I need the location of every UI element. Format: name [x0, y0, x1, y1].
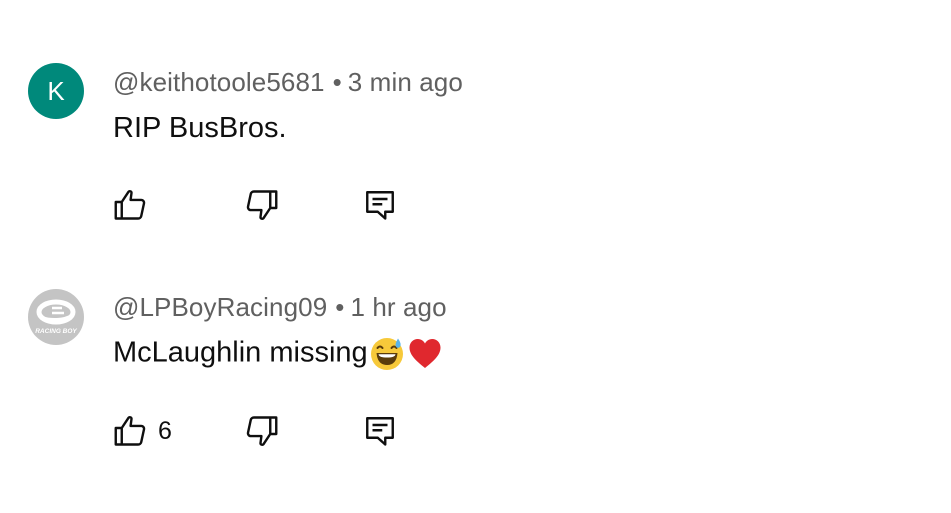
separator-dot: •: [332, 67, 342, 97]
reply-icon: [366, 191, 394, 220]
comment-text: McLaughlin missing: [113, 336, 444, 372]
comment-time[interactable]: 1 hr ago: [350, 292, 446, 322]
avatar[interactable]: K: [28, 63, 84, 119]
reply-button[interactable]: [362, 185, 398, 225]
comment-meta: @keithotoole5681 • 3 min ago: [113, 67, 463, 98]
comment-meta: @LPBoyRacing09 • 1 hr ago: [113, 292, 447, 323]
racing-boy-logo-icon: RACING BOY: [35, 299, 77, 335]
comment-text-body: McLaughlin missing: [113, 336, 368, 369]
author-name[interactable]: @keithotoole5681: [113, 67, 325, 97]
red-heart-emoji: [409, 339, 441, 368]
author-name[interactable]: @LPBoyRacing09: [113, 292, 327, 322]
comment-actions: [0, 185, 951, 225]
reply-icon: [366, 417, 394, 446]
comment-text: RIP BusBros.: [113, 112, 287, 145]
thumbs-up-icon: [114, 416, 146, 446]
thumbs-up-icon: [114, 190, 146, 220]
thumbs-down-icon: [246, 190, 278, 220]
comment-text-body: RIP BusBros.: [113, 112, 287, 144]
separator-dot: •: [335, 292, 345, 322]
grinning-face-with-sweat-emoji: [370, 338, 403, 370]
like-button[interactable]: 6: [112, 411, 172, 451]
avatar-logo-text: RACING BOY: [35, 328, 77, 335]
avatar[interactable]: RACING BOY: [28, 289, 84, 345]
like-count: 6: [158, 416, 172, 445]
dislike-button[interactable]: [244, 185, 280, 225]
comment-time[interactable]: 3 min ago: [348, 67, 463, 97]
dislike-button[interactable]: [244, 411, 280, 451]
comment-item: RACING BOY @LPBoyRacing09 • 1 hr ago McLau…: [0, 250, 951, 513]
avatar-letter: K: [47, 75, 65, 106]
thumbs-down-icon: [246, 416, 278, 446]
like-button[interactable]: [112, 185, 158, 225]
reply-button[interactable]: [362, 411, 398, 451]
comment-item: K @keithotoole5681 • 3 min ago RIP BusBros…: [0, 0, 951, 250]
comment-actions: 6: [0, 411, 951, 451]
